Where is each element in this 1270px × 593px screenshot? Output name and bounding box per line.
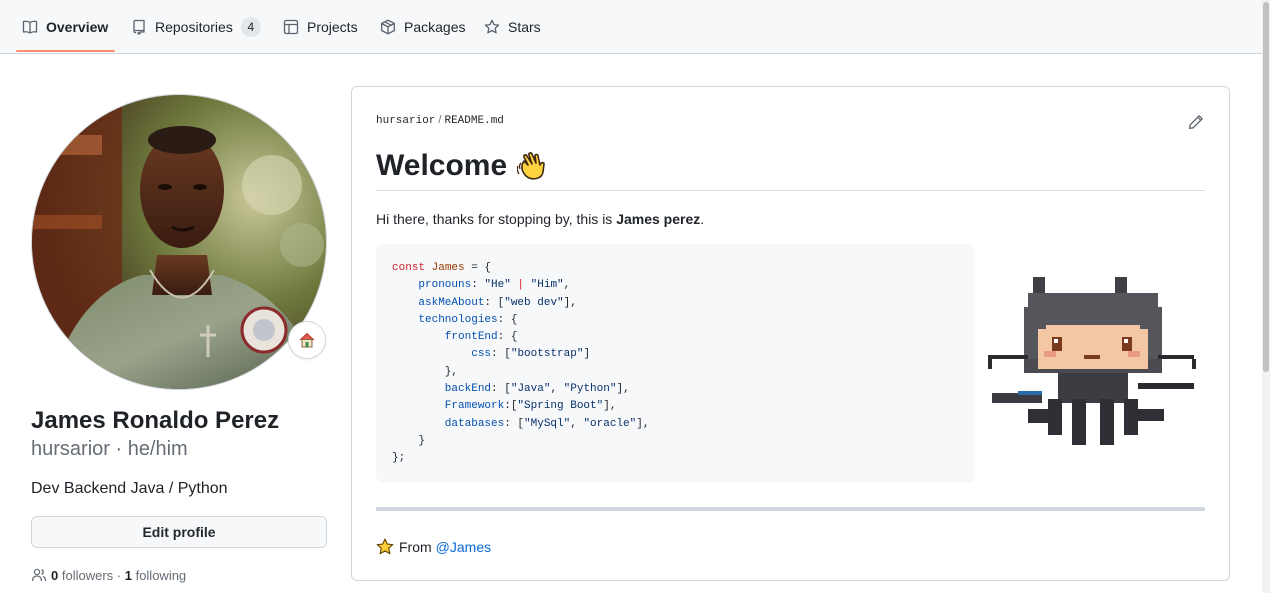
tab-packages[interactable]: Packages — [380, 0, 465, 53]
house-icon — [299, 332, 315, 348]
page-scrollbar[interactable] — [1262, 0, 1270, 593]
package-icon — [381, 19, 395, 34]
active-tab-indicator — [16, 50, 115, 52]
star-icon — [376, 538, 394, 555]
table-icon — [283, 19, 299, 34]
code-block: const James = { pronouns: "He" | "Him", … — [376, 244, 975, 483]
waving-hand-icon — [517, 152, 545, 180]
avatar[interactable] — [31, 94, 327, 390]
star-icon — [484, 19, 500, 33]
avatar-image — [32, 95, 326, 389]
tab-projects[interactable]: Projects — [283, 0, 358, 53]
octocat-illustration — [988, 277, 1196, 445]
readme-owner-link[interactable]: hursarior — [376, 115, 435, 127]
readme-card: hursarior / README.md Welcome Hi there, th… — [351, 86, 1230, 581]
readme-heading: Welcome — [376, 149, 551, 183]
readme-signature: From @James — [376, 538, 491, 556]
profile-tabs-nav: Overview Repositories 4 Projects Package… — [0, 0, 1262, 54]
repo-icon — [133, 19, 145, 35]
tab-label: Projects — [307, 18, 358, 35]
author-mention-link[interactable]: @James — [436, 539, 491, 555]
tab-repositories[interactable]: Repositories 4 — [131, 0, 261, 53]
profile-bio: Dev Backend Java / Python — [31, 480, 228, 497]
follow-stats: 0 followers · 1 following — [31, 567, 186, 583]
profile-full-name: James Ronaldo Perez — [31, 407, 280, 434]
readme-intro: Hi there, thanks for stopping by, this i… — [376, 211, 705, 227]
tab-label: Stars — [508, 18, 541, 35]
heading-divider — [376, 190, 1205, 191]
tab-label: Repositories — [155, 18, 233, 35]
tab-stars[interactable]: Stars — [484, 0, 541, 53]
tab-overview[interactable]: Overview — [22, 0, 108, 53]
scrollbar-thumb[interactable] — [1263, 2, 1269, 372]
pencil-icon[interactable] — [1188, 114, 1204, 130]
set-status-button[interactable] — [288, 321, 326, 359]
following-link[interactable]: 1 following — [125, 568, 186, 583]
profile-username: hursarior · he/him — [31, 438, 188, 460]
edit-profile-button[interactable]: Edit profile — [31, 516, 327, 548]
book-icon — [22, 20, 38, 34]
code-content: const James = { pronouns: "He" | "Him", … — [392, 262, 650, 465]
tab-label: Packages — [404, 18, 466, 35]
tab-label: Overview — [46, 18, 109, 35]
followers-link[interactable]: 0 followers — [51, 568, 113, 583]
people-icon — [31, 568, 47, 582]
repo-count-badge: 4 — [240, 16, 261, 37]
readme-file-link[interactable]: README.md — [444, 115, 503, 127]
readme-breadcrumb: hursarior / README.md — [376, 114, 504, 127]
section-divider — [376, 507, 1205, 511]
